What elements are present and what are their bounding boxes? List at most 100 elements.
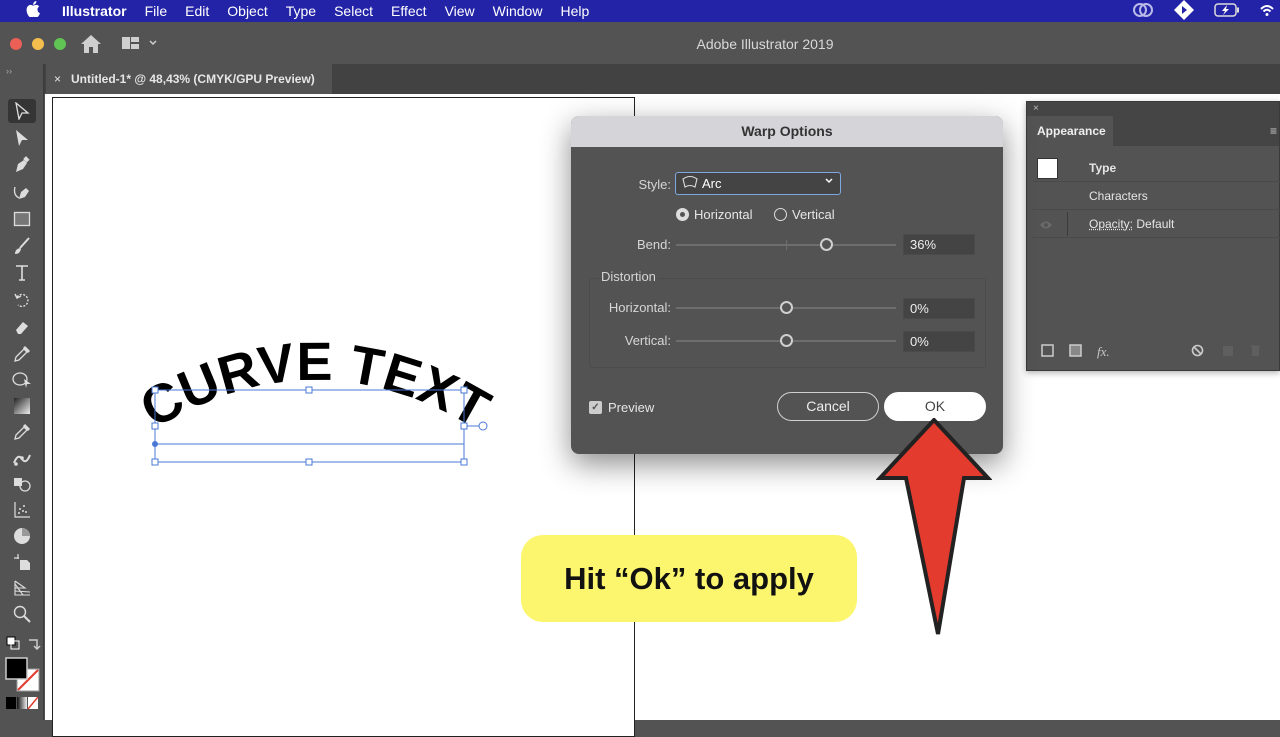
window-title: Adobe Illustrator 2019 bbox=[696, 36, 834, 52]
cancel-button[interactable]: Cancel bbox=[777, 392, 879, 421]
color-mode-buttons[interactable] bbox=[6, 696, 39, 714]
menu-help[interactable]: Help bbox=[560, 3, 589, 19]
menu-object[interactable]: Object bbox=[227, 3, 267, 19]
appearance-row-type[interactable]: Type bbox=[1033, 154, 1280, 182]
curvature-tool-icon[interactable] bbox=[8, 180, 36, 204]
menu-window[interactable]: Window bbox=[493, 3, 543, 19]
live-paint-tool-icon[interactable] bbox=[8, 472, 36, 496]
horizontal-distortion-label: Horizontal: bbox=[608, 300, 671, 315]
opacity-text: Opacity: Default bbox=[1089, 217, 1174, 231]
pen-tool-icon[interactable] bbox=[8, 153, 36, 177]
creative-cloud-icon[interactable] bbox=[1132, 2, 1154, 21]
distortion-label: Distortion bbox=[599, 269, 658, 284]
bend-label: Bend: bbox=[637, 237, 671, 252]
rectangle-tool-icon[interactable] bbox=[8, 207, 36, 231]
wifi-icon[interactable] bbox=[1260, 3, 1274, 20]
menu-edit[interactable]: Edit bbox=[185, 3, 209, 19]
radio-selected-icon bbox=[676, 208, 689, 221]
type-thumbnail bbox=[1037, 158, 1058, 179]
add-new-stroke-icon[interactable] bbox=[1041, 344, 1054, 360]
panel-close-icon[interactable]: × bbox=[1027, 102, 1279, 116]
opacity-link[interactable]: Opacity: bbox=[1089, 217, 1133, 231]
eyedropper-tool-icon[interactable] bbox=[8, 342, 36, 366]
row-divider bbox=[1067, 212, 1068, 236]
distortion-group bbox=[589, 278, 986, 368]
add-new-effect-icon[interactable]: fx. bbox=[1097, 344, 1110, 360]
add-new-fill-icon[interactable] bbox=[1069, 344, 1082, 360]
panel-menu-icon[interactable]: ≡ bbox=[1270, 124, 1277, 138]
red-arrow-annotation bbox=[876, 418, 992, 635]
appearance-row-opacity[interactable]: Opacity: Default bbox=[1033, 210, 1280, 238]
menu-type[interactable]: Type bbox=[286, 3, 316, 19]
style-label: Style: bbox=[638, 177, 671, 192]
instruction-callout: Hit “Ok” to apply bbox=[521, 535, 857, 622]
tools-panel: ›› bbox=[0, 64, 44, 720]
preview-label: Preview bbox=[608, 400, 655, 415]
eraser-tool-icon[interactable] bbox=[8, 315, 36, 339]
vertical-distortion-input[interactable]: 0% bbox=[903, 331, 975, 352]
delete-item-icon[interactable] bbox=[1249, 344, 1262, 360]
appearance-panel-footer: fx. bbox=[1033, 344, 1280, 362]
apple-menu-icon[interactable] bbox=[20, 0, 46, 22]
tab-appearance[interactable]: Appearance bbox=[1027, 116, 1113, 146]
appearance-row-characters[interactable]: Characters bbox=[1033, 182, 1280, 210]
appearance-type-label: Type bbox=[1089, 161, 1117, 175]
artboard-tool-icon[interactable] bbox=[8, 550, 36, 574]
macos-menu-bar: Illustrator File Edit Object Type Select… bbox=[0, 0, 1280, 22]
horizontal-radio[interactable]: Horizontal bbox=[676, 207, 753, 222]
dialog-title: Warp Options bbox=[571, 116, 1003, 147]
rotate-tool-icon[interactable] bbox=[8, 288, 36, 312]
symbol-sprayer-tool-icon[interactable] bbox=[8, 498, 36, 522]
vertical-distortion-label: Vertical: bbox=[624, 333, 671, 348]
gradient-tool-icon[interactable] bbox=[8, 394, 36, 418]
duplicate-item-icon[interactable] bbox=[1221, 344, 1234, 360]
battery-charging-icon[interactable] bbox=[1214, 2, 1240, 20]
visibility-eye-icon[interactable] bbox=[1039, 219, 1053, 233]
eyedropper-tool-2-icon[interactable] bbox=[8, 420, 36, 444]
document-tab-label: Untitled-1* @ 48,43% (CMYK/GPU Preview) bbox=[71, 72, 315, 86]
vertical-slider-thumb[interactable] bbox=[780, 334, 793, 347]
warp-options-dialog: Warp Options Style: Arc Horizontal Verti… bbox=[571, 116, 1003, 454]
arc-style-icon bbox=[682, 175, 698, 192]
menu-illustrator[interactable]: Illustrator bbox=[62, 3, 127, 19]
paintbrush-tool-icon[interactable] bbox=[8, 234, 36, 258]
zoom-tool-icon[interactable] bbox=[8, 602, 36, 626]
bend-slider-thumb[interactable] bbox=[819, 238, 833, 251]
menu-effect[interactable]: Effect bbox=[391, 3, 427, 19]
vertical-radio-label: Vertical bbox=[792, 207, 835, 222]
ok-button[interactable]: OK bbox=[884, 392, 986, 421]
menu-file[interactable]: File bbox=[145, 3, 168, 19]
selection-tool-icon[interactable] bbox=[8, 99, 36, 123]
clear-appearance-icon[interactable] bbox=[1191, 344, 1204, 360]
document-tab[interactable]: × Untitled-1* @ 48,43% (CMYK/GPU Preview… bbox=[46, 64, 332, 94]
horizontal-distortion-slider[interactable] bbox=[676, 301, 896, 315]
horizontal-radio-label: Horizontal bbox=[694, 207, 753, 222]
fill-stroke-swatches[interactable] bbox=[5, 657, 45, 693]
bend-slider[interactable] bbox=[676, 238, 896, 252]
type-tool-icon[interactable] bbox=[8, 261, 36, 285]
chevron-down-icon bbox=[824, 175, 834, 188]
style-dropdown[interactable]: Arc bbox=[675, 172, 841, 195]
perspective-grid-tool-icon[interactable] bbox=[8, 576, 36, 600]
pie-graph-tool-icon[interactable] bbox=[8, 524, 36, 548]
horizontal-slider-thumb[interactable] bbox=[780, 301, 793, 314]
warped-text-artwork[interactable]: CURVE TEXT bbox=[130, 340, 500, 470]
default-fill-stroke-icon[interactable] bbox=[6, 636, 20, 655]
bend-input[interactable]: 36% bbox=[903, 234, 975, 255]
diamond-play-icon[interactable] bbox=[1174, 0, 1194, 23]
vertical-radio[interactable]: Vertical bbox=[774, 207, 835, 222]
menu-select[interactable]: Select bbox=[334, 3, 373, 19]
menu-view[interactable]: View bbox=[445, 3, 475, 19]
appearance-characters-label: Characters bbox=[1089, 189, 1148, 203]
checkbox-checked-icon: ✓ bbox=[589, 401, 602, 414]
swap-fill-stroke-icon[interactable] bbox=[27, 636, 41, 655]
vertical-distortion-slider[interactable] bbox=[676, 334, 896, 348]
expand-panel-icon[interactable]: ›› bbox=[6, 66, 12, 76]
direct-selection-tool-icon[interactable] bbox=[8, 126, 36, 150]
preview-checkbox[interactable]: ✓ Preview bbox=[589, 400, 654, 415]
horizontal-distortion-input[interactable]: 0% bbox=[903, 298, 975, 319]
opacity-value: Default bbox=[1133, 217, 1175, 231]
puppet-warp-tool-icon[interactable] bbox=[8, 446, 36, 470]
shape-builder-tool-icon[interactable] bbox=[8, 368, 36, 392]
close-tab-icon[interactable]: × bbox=[54, 72, 61, 86]
